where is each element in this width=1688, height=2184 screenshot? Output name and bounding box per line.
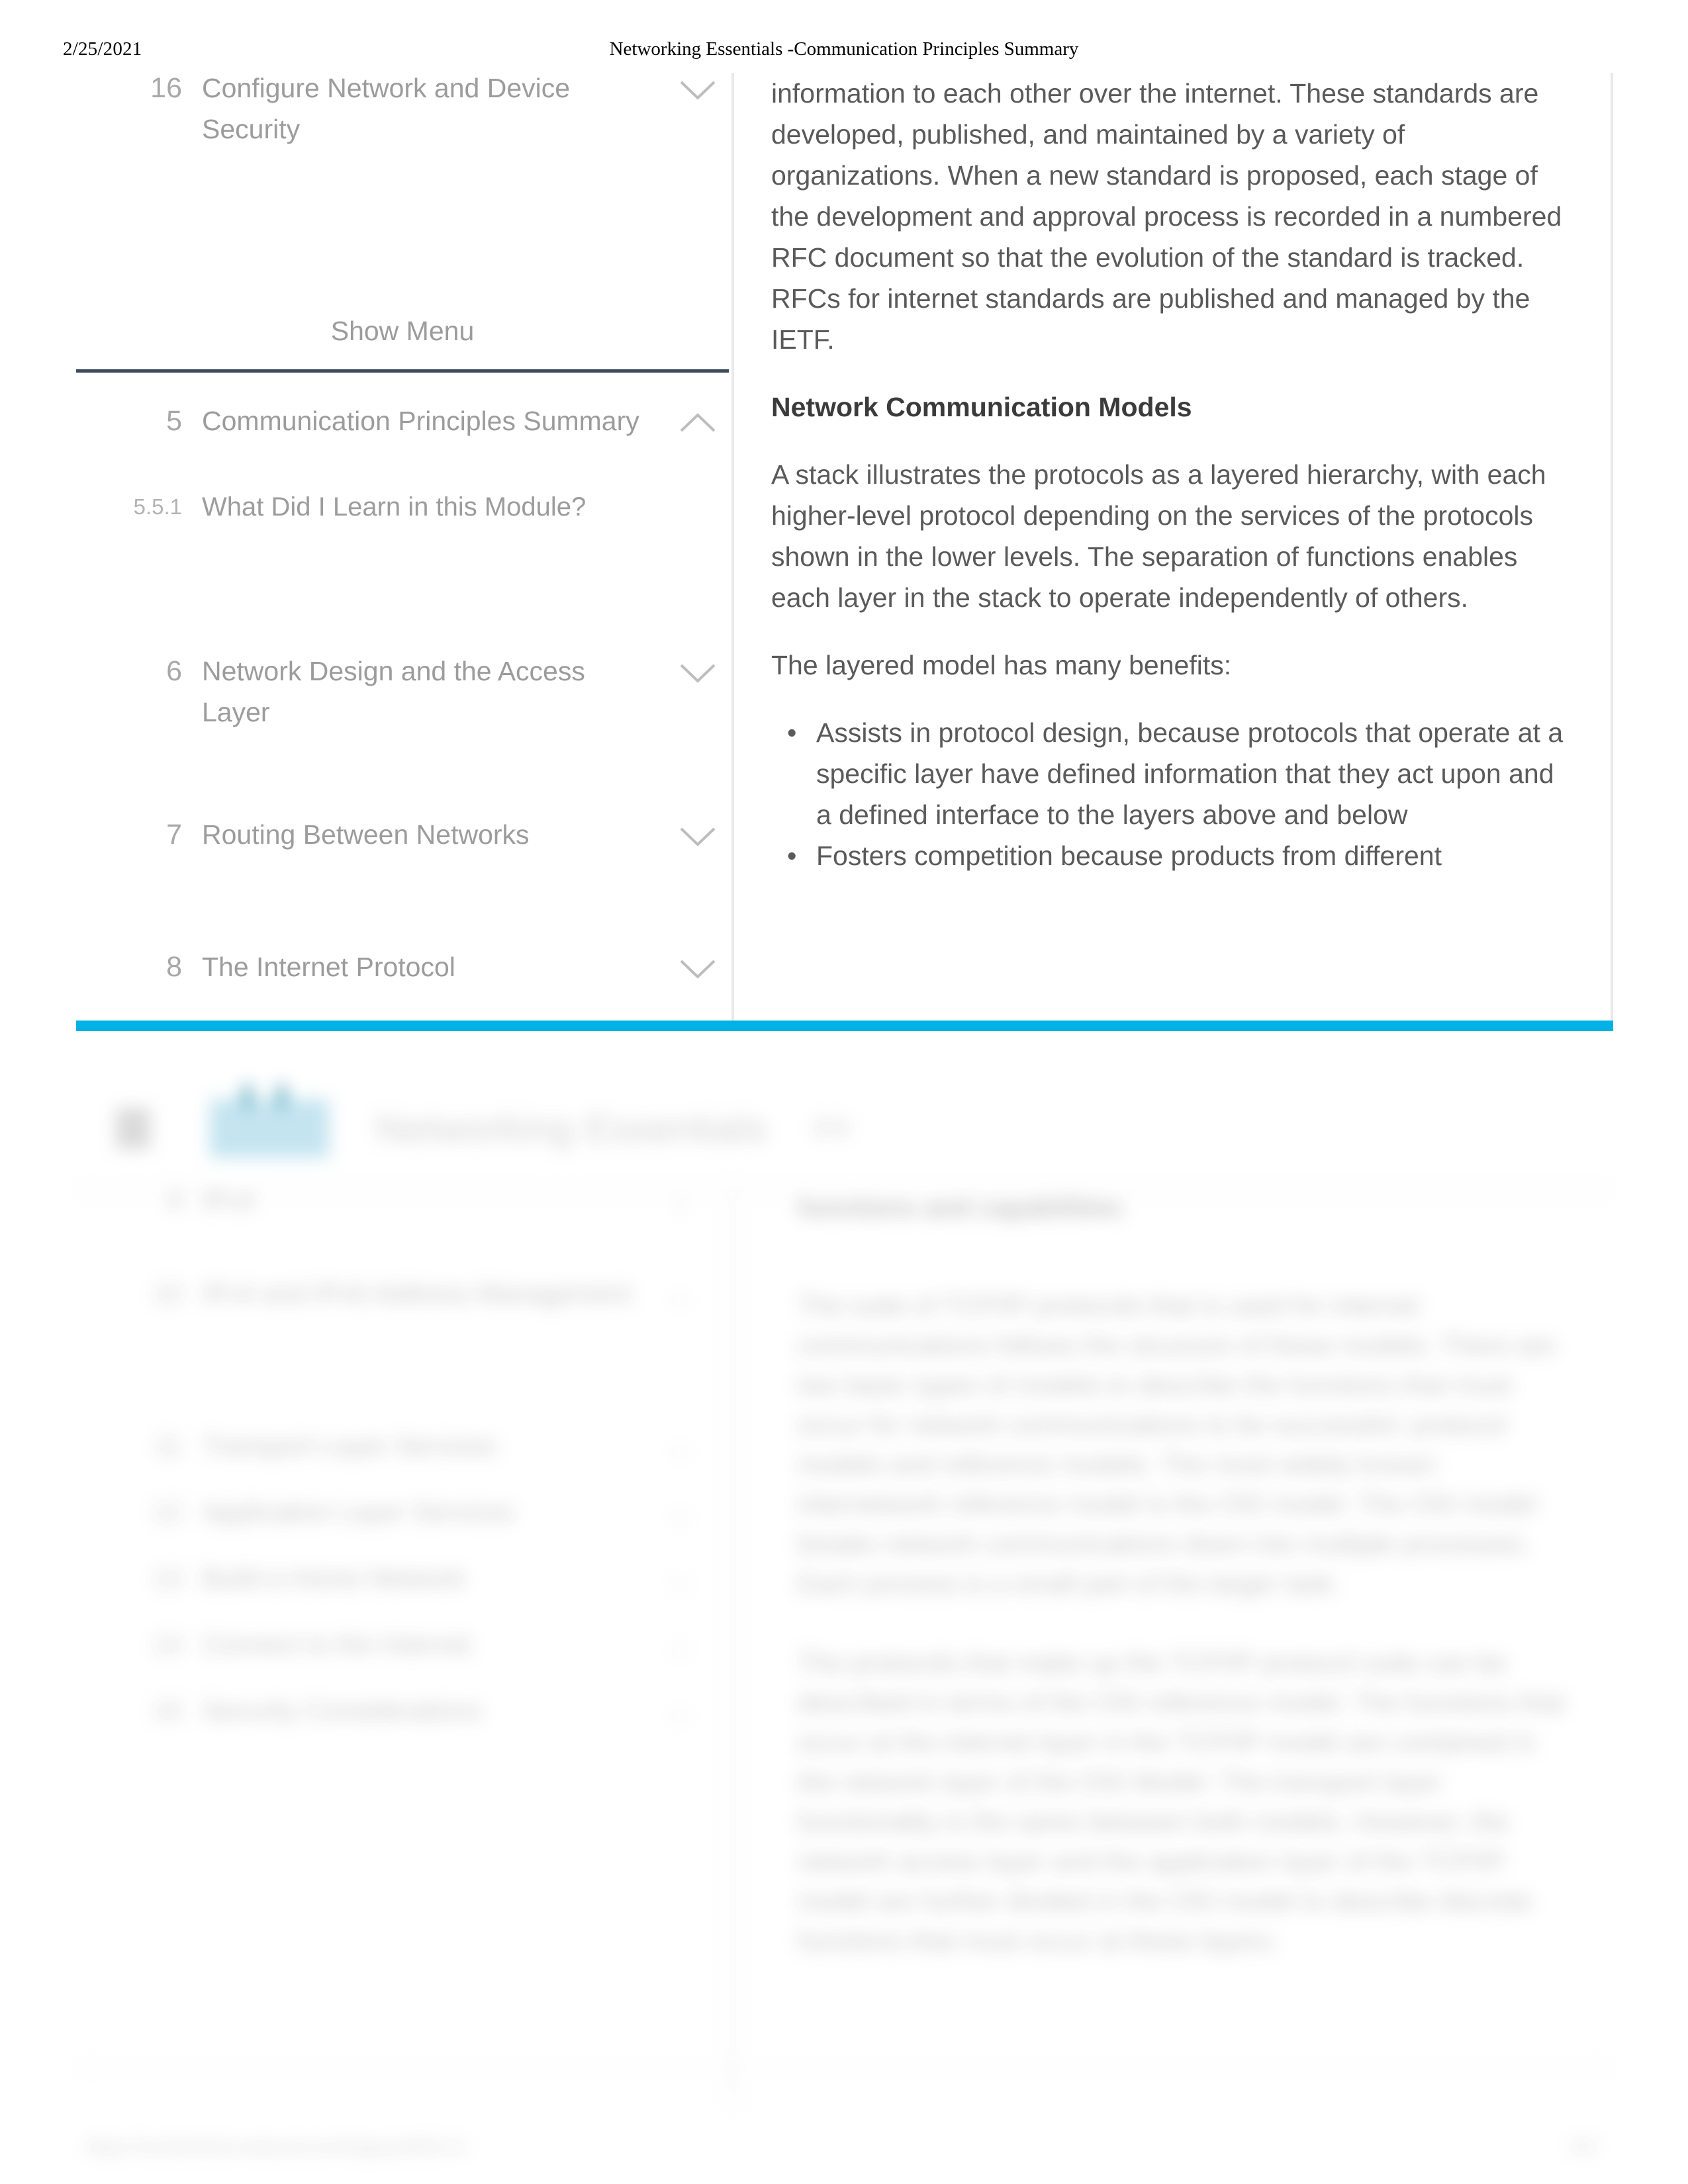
content-heading-network-communication-models: Network Communication Models <box>771 392 1192 422</box>
list-item: • Fosters competition because products f… <box>787 835 1566 876</box>
blurred-bottom-rule <box>76 2066 1613 2068</box>
sidebar-item-no-chevron <box>669 486 729 527</box>
blurred-sidebar-label: IPv4 <box>202 1187 256 1216</box>
blurred-sidebar-item[interactable]: 14 Connect to the Internet ⌄ <box>76 1625 729 1664</box>
blurred-sidebar-label: Application Layer Services <box>202 1498 514 1527</box>
blurred-content: functions and capabilities The suite of … <box>798 1188 1579 2001</box>
print-title: Networking Essentials -Communication Pri… <box>609 38 1079 60</box>
blurred-footer-url: https://contenthub.netacad.com/legacy/NE… <box>86 2136 465 2157</box>
sidebar-item-label: Communication Principles Summary <box>202 406 639 436</box>
blurred-second-page: Networking Essentials EN 9 IPv4 ⌄ 10 IPv… <box>0 1032 1688 2184</box>
blurred-sidebar-item[interactable]: 9 IPv4 ⌄ <box>76 1181 729 1221</box>
printed-page: 2/25/2021 Networking Essentials -Communi… <box>0 0 1688 2184</box>
sidebar-item-network-design-and-the-access-layer[interactable]: 6 Network Design and the Access Layer <box>76 651 729 733</box>
blurred-sidebar-item[interactable]: 10 IPv4 and IPv6 Address Management ⌄ <box>76 1274 729 1314</box>
panel-vertical-divider <box>731 73 734 1026</box>
blurred-brand-title: Networking Essentials <box>375 1107 767 1150</box>
sidebar-item-number: 16 <box>150 73 182 104</box>
blurred-sidebar-number: 14 <box>152 1630 183 1659</box>
list-item: • Assists in protocol design, because pr… <box>787 712 1566 835</box>
blurred-sidebar-number: 9 <box>167 1187 182 1216</box>
content-paragraph-1: information to each other over the inter… <box>771 78 1562 355</box>
sidebar-item-number: 6 <box>166 655 182 687</box>
blurred-sidebar-item[interactable]: 13 Build a Home Network ⌄ <box>76 1559 729 1598</box>
blurred-content-paragraph: The suite of TCP/IP protocols that is us… <box>798 1291 1556 1598</box>
blurred-sidebar-number: 15 <box>152 1696 183 1725</box>
cisco-logo-icon <box>210 1085 329 1158</box>
sidebar-item-configure-network-and-device-security[interactable]: 16 Configure Network and Device Security <box>76 73 729 150</box>
chevron-down-icon[interactable]: ⌄ <box>669 1426 729 1466</box>
sidebar-divider <box>76 369 729 373</box>
sidebar-item-label: Configure Network and Device Security <box>202 73 571 144</box>
chevron-down-icon[interactable] <box>669 73 729 109</box>
chevron-up-icon[interactable] <box>669 400 729 441</box>
blurred-vertical-divider <box>731 1188 734 2108</box>
print-header: 2/25/2021 Networking Essentials -Communi… <box>0 38 1688 69</box>
course-sidebar: 16 Configure Network and Device Security… <box>76 73 729 1026</box>
sidebar-item-what-did-i-learn-in-this-module[interactable]: 5.5.1 What Did I Learn in this Module? <box>76 486 729 527</box>
blurred-sidebar-label: Connect to the Internet <box>202 1630 471 1659</box>
sidebar-item-label: What Did I Learn in this Module? <box>202 492 586 522</box>
sidebar-item-routing-between-networks[interactable]: 7 Routing Between Networks <box>76 814 729 855</box>
blurred-sidebar-item[interactable]: 12 Application Layer Services ⌄ <box>76 1492 729 1532</box>
blurred-sidebar-label: IPv4 and IPv6 Address Management <box>202 1279 632 1308</box>
sidebar-item-label: Network Design and the Access Layer <box>202 656 585 727</box>
chevron-down-icon[interactable]: ⌄ <box>669 1625 729 1664</box>
blurred-sidebar-label: Transport Layer Services <box>202 1432 497 1461</box>
bullet-glyph: • <box>787 841 797 871</box>
list-item-text: Fosters competition because products fro… <box>816 841 1442 871</box>
blurred-sidebar-number: 10 <box>152 1279 183 1308</box>
blurred-sidebar-number: 12 <box>152 1498 183 1527</box>
blurred-sidebar-label: Build a Home Network <box>202 1564 465 1593</box>
sidebar-item-number: 7 <box>166 819 182 850</box>
blurred-sidebar-label: Security Considerations <box>202 1696 482 1725</box>
sidebar-item-label: Routing Between Networks <box>202 819 530 850</box>
blurred-content-heading: functions and capabilities <box>798 1193 1123 1222</box>
course-panel: 16 Configure Network and Device Security… <box>76 73 1613 1026</box>
sidebar-item-number: 5 <box>166 405 182 437</box>
benefits-list: • Assists in protocol design, because pr… <box>771 712 1566 876</box>
blurred-sidebar-number: 11 <box>154 1432 182 1461</box>
sidebar-item-communication-principles-summary[interactable]: 5 Communication Principles Summary <box>76 400 729 441</box>
content-paragraph-2: A stack illustrates the protocols as a l… <box>771 459 1546 613</box>
sidebar-item-number: 5.5.1 <box>133 494 182 519</box>
show-menu-button[interactable]: Show Menu <box>76 311 729 351</box>
sidebar-item-the-internet-protocol[interactable]: 8 The Internet Protocol <box>76 946 729 987</box>
sidebar-item-number: 8 <box>166 951 182 983</box>
chevron-down-icon[interactable]: ⌄ <box>669 1274 729 1314</box>
hamburger-menu-icon[interactable] <box>116 1108 150 1149</box>
blurred-sidebar-item[interactable]: 11 Transport Layer Services ⌄ <box>76 1426 729 1466</box>
cyan-separator-bar <box>76 1021 1613 1031</box>
panel-right-border <box>1611 73 1613 1026</box>
blurred-footer-page-number: 2/3 <box>1570 2136 1595 2157</box>
chevron-down-icon[interactable] <box>669 651 729 692</box>
blurred-course-panel: 9 IPv4 ⌄ 10 IPv4 and IPv6 Address Manage… <box>76 1187 1613 2128</box>
blurred-sidebar-number: 13 <box>152 1564 183 1593</box>
blurred-brand-bar: Networking Essentials EN <box>116 1085 851 1158</box>
blurred-content-paragraph: The protocols that make up the TCP/IP pr… <box>798 1649 1564 1956</box>
list-item-text: Assists in protocol design, because prot… <box>816 717 1564 830</box>
chevron-down-icon[interactable]: ⌄ <box>669 1492 729 1532</box>
chevron-down-icon[interactable] <box>669 946 729 987</box>
chevron-down-icon[interactable]: ⌄ <box>669 1559 729 1598</box>
blurred-brand-suffix: EN <box>813 1113 851 1143</box>
chevron-down-icon[interactable] <box>669 814 729 855</box>
chevron-down-icon[interactable]: ⌄ <box>669 1181 729 1221</box>
sidebar-item-label: The Internet Protocol <box>202 952 455 982</box>
bullet-glyph: • <box>787 717 797 748</box>
course-content: information to each other over the inter… <box>771 73 1566 876</box>
content-paragraph-3: The layered model has many benefits: <box>771 650 1232 680</box>
blurred-sidebar-item[interactable]: 15 Security Considerations ⌄ <box>76 1691 729 1731</box>
chevron-down-icon[interactable]: ⌄ <box>669 1691 729 1731</box>
